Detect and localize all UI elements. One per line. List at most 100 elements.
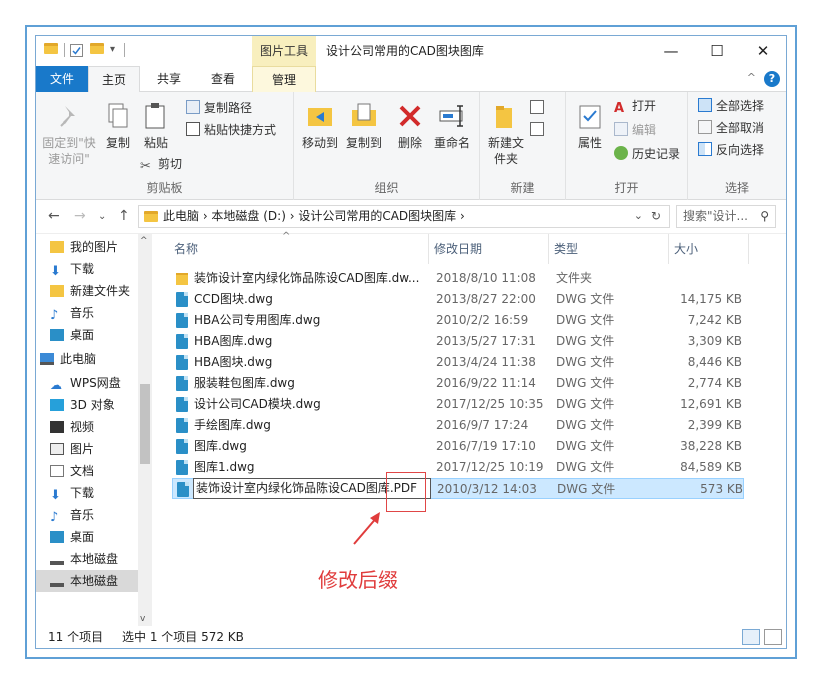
copy-path-button[interactable]: 复制路径 — [186, 98, 252, 118]
tab-share[interactable]: 共享 — [146, 66, 192, 92]
paste-shortcut-icon — [186, 122, 200, 136]
document-icon — [50, 465, 64, 477]
file-date: 2017/12/25 10:35 — [436, 397, 544, 411]
file-type: DWG 文件 — [556, 292, 615, 306]
file-size: 2,774 KB — [687, 376, 742, 390]
column-divider[interactable] — [548, 234, 549, 264]
collapse-ribbon-icon[interactable]: ^ — [747, 71, 756, 84]
move-to-button[interactable]: 移动到 — [298, 100, 342, 151]
file-row[interactable]: HBA图库.dwg 2013/5/27 17:31 DWG 文件 3,309 K… — [172, 331, 744, 352]
cloud-icon: ☁ — [50, 378, 62, 392]
scrollbar-thumb[interactable] — [140, 384, 150, 464]
column-header-type[interactable]: 类型 — [554, 234, 578, 264]
nav-scrollbar[interactable]: ^ v — [138, 234, 152, 626]
tab-file[interactable]: 文件 — [36, 66, 88, 92]
properties-button[interactable]: 属性 — [572, 100, 608, 151]
open-group: 属性 A 打开 编辑 历史记录 打开 — [566, 92, 688, 200]
tab-view[interactable]: 查看 — [200, 66, 246, 92]
file-row[interactable]: CCD图块.dwg 2013/8/27 22:00 DWG 文件 14,175 … — [172, 289, 744, 310]
details-view-icon[interactable] — [742, 629, 760, 645]
file-row-selected[interactable]: 装饰设计室内绿化饰品陈设CAD图库.PDF 2010/3/12 14:03 DW… — [172, 478, 744, 499]
select-none-button[interactable]: 全部取消 — [698, 118, 764, 138]
paste-icon — [140, 100, 172, 132]
pin-label: 固定到"快速访问" — [42, 136, 96, 166]
file-row[interactable]: HBA公司专用图库.dwg 2010/2/2 16:59 DWG 文件 7,24… — [172, 310, 744, 331]
new-item-button[interactable] — [530, 98, 548, 118]
easy-access-button[interactable] — [530, 120, 548, 140]
column-header-date[interactable]: 修改日期 — [434, 234, 482, 264]
breadcrumb[interactable]: 此电脑 › 本地磁盘 (D:) › 设计公司常用的CAD图块图库 › — [163, 206, 465, 227]
scroll-down-icon[interactable]: v — [140, 614, 145, 624]
nav-item-label: 本地磁盘 — [70, 574, 119, 588]
delete-button[interactable]: 删除 — [394, 100, 426, 151]
file-row[interactable]: 服装鞋包图库.dwg 2016/9/22 11:14 DWG 文件 2,774 … — [172, 373, 744, 394]
new-folder-label: 新建文件夹 — [487, 136, 524, 166]
scroll-up-icon[interactable]: ^ — [140, 236, 148, 246]
back-arrow-icon[interactable]: ← — [48, 208, 60, 224]
tab-manage[interactable]: 管理 — [252, 66, 316, 92]
recent-locations-chevron-icon[interactable]: ⌄ — [98, 211, 106, 222]
rename-button[interactable]: 重命名 — [430, 100, 474, 151]
divider — [124, 43, 125, 57]
open-button[interactable]: A 打开 — [614, 96, 656, 116]
file-size: 84,589 KB — [680, 460, 742, 474]
dwg-file-icon — [176, 313, 188, 328]
invert-selection-button[interactable]: 反向选择 — [698, 140, 764, 160]
column-divider[interactable] — [748, 234, 749, 264]
address-bar[interactable]: 此电脑 › 本地磁盘 (D:) › 设计公司常用的CAD图块图库 › ⌄ ↻ — [138, 205, 670, 228]
search-input[interactable]: 搜索"设计... ⚲ — [676, 205, 776, 228]
up-arrow-icon[interactable]: ↑ — [118, 208, 130, 224]
paste-button[interactable]: 粘贴 — [140, 100, 172, 151]
music-icon: ♪ — [50, 510, 59, 525]
dwg-file-icon — [176, 355, 188, 370]
explorer-window: ▾ 图片工具 设计公司常用的CAD图块图库 — ☐ ✕ 文件 主页 共享 查看 … — [35, 35, 787, 649]
file-row[interactable]: 图库1.dwg 2017/12/25 10:19 DWG 文件 84,589 K… — [172, 457, 744, 478]
maximize-button[interactable]: ☐ — [694, 36, 740, 66]
select-group: 全部选择 全部取消 反向选择 选择 — [688, 92, 786, 200]
paste-shortcut-button[interactable]: 粘贴快捷方式 — [186, 120, 276, 140]
pin-to-quick-access-button[interactable]: 固定到"快速访问" — [40, 100, 98, 167]
help-icon[interactable]: ? — [764, 71, 780, 87]
file-type: DWG 文件 — [556, 439, 615, 453]
nav-item-label: 桌面 — [70, 328, 95, 342]
refresh-icon[interactable]: ↻ — [651, 209, 661, 223]
annotation-text: 修改后缀 — [318, 568, 398, 592]
new-folder-button[interactable]: 新建文件夹 — [486, 100, 526, 167]
file-date: 2018/8/10 11:08 — [436, 271, 536, 285]
properties-label: 属性 — [577, 136, 602, 150]
file-date: 2013/5/27 17:31 — [436, 334, 536, 348]
history-icon — [614, 146, 628, 160]
large-icons-view-icon[interactable] — [764, 629, 782, 645]
file-row[interactable]: 手绘图库.dwg 2016/9/7 17:24 DWG 文件 2,399 KB — [172, 415, 744, 436]
file-row[interactable]: 装饰设计室内绿化饰品陈设CAD图库.dw... 2018/8/10 11:08 … — [172, 268, 744, 289]
folder-icon — [50, 285, 64, 297]
file-type: DWG 文件 — [556, 376, 615, 390]
file-row[interactable]: 设计公司CAD模块.dwg 2017/12/25 10:35 DWG 文件 12… — [172, 394, 744, 415]
chevron-down-icon[interactable]: ▾ — [110, 44, 115, 58]
edit-button[interactable]: 编辑 — [614, 120, 656, 140]
file-row[interactable]: HBA图块.dwg 2013/4/24 11:38 DWG 文件 8,446 K… — [172, 352, 744, 373]
column-header-name[interactable]: 名称 — [174, 234, 198, 264]
tab-home[interactable]: 主页 — [88, 66, 140, 93]
column-divider[interactable] — [668, 234, 669, 264]
copy-to-button[interactable]: 复制到 — [342, 100, 386, 151]
file-row[interactable]: 图库.dwg 2016/7/19 17:10 DWG 文件 38,228 KB — [172, 436, 744, 457]
cut-button[interactable]: ✂ 剪切 — [140, 154, 182, 174]
select-all-icon — [698, 98, 712, 112]
column-divider[interactable] — [428, 234, 429, 264]
dwg-file-icon — [176, 376, 188, 391]
copy-button[interactable]: 复制 — [102, 100, 134, 151]
new-folder-quick-icon[interactable] — [90, 43, 104, 54]
file-size: 2,399 KB — [687, 418, 742, 432]
nav-item-selected[interactable]: 本地磁盘 — [36, 570, 138, 592]
nav-item-this-pc[interactable]: 此电脑 — [40, 348, 144, 370]
properties-quick-icon[interactable] — [70, 44, 83, 57]
forward-arrow-icon[interactable]: → — [74, 208, 86, 224]
column-header-size[interactable]: 大小 — [674, 234, 698, 264]
minimize-button[interactable]: — — [648, 36, 694, 66]
history-button[interactable]: 历史记录 — [614, 144, 680, 164]
drive-icon — [50, 575, 64, 587]
chevron-down-icon[interactable]: ⌄ — [634, 209, 643, 222]
select-all-button[interactable]: 全部选择 — [698, 96, 764, 116]
close-button[interactable]: ✕ — [740, 36, 786, 66]
